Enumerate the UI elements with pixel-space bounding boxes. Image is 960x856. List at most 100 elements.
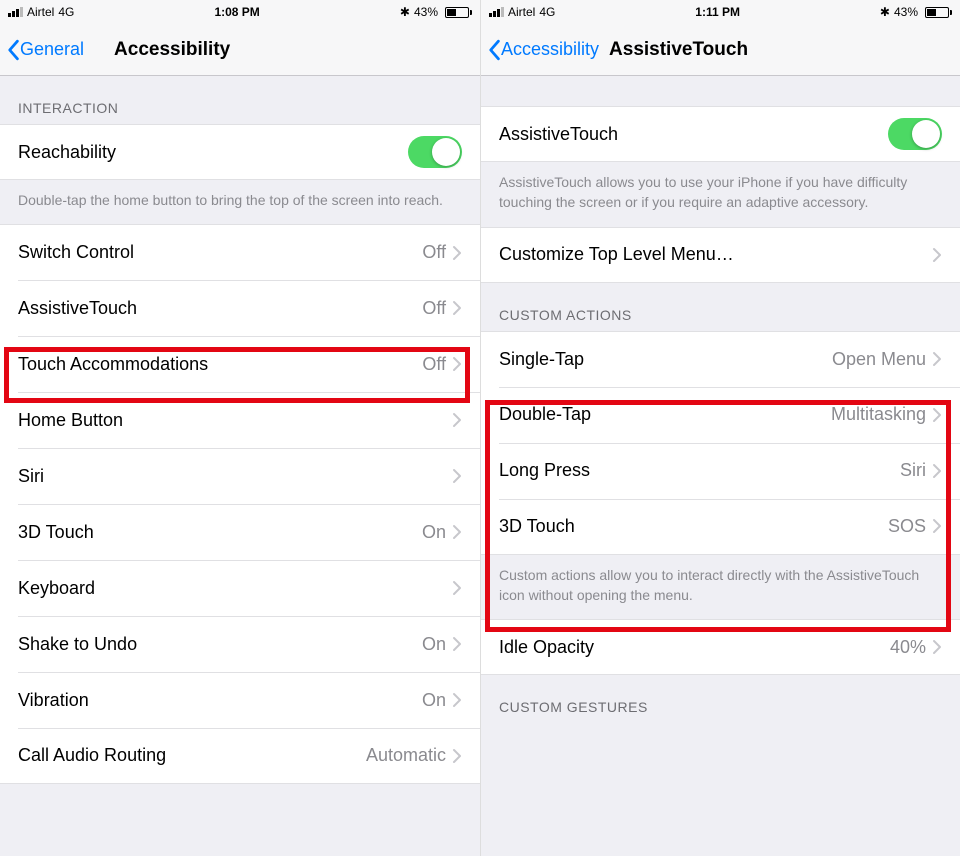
row-long-press[interactable]: Long Press Siri bbox=[481, 443, 960, 499]
row-label: 3D Touch bbox=[499, 516, 888, 537]
section-header-custom-actions: CUSTOM ACTIONS bbox=[481, 283, 960, 331]
section-header-custom-gestures: CUSTOM GESTURES bbox=[481, 675, 960, 723]
row-label: Siri bbox=[18, 466, 452, 487]
row-label: Call Audio Routing bbox=[18, 745, 366, 766]
carrier-label: Airtel bbox=[508, 5, 535, 19]
clock: 1:08 PM bbox=[214, 5, 259, 19]
row-customize-top-level-menu[interactable]: Customize Top Level Menu… bbox=[481, 227, 960, 283]
signal-icon bbox=[8, 7, 23, 17]
network-label: 4G bbox=[58, 5, 74, 19]
row-label: 3D Touch bbox=[18, 522, 422, 543]
row-value: On bbox=[422, 690, 446, 711]
row-value: Multitasking bbox=[831, 404, 926, 425]
chevron-right-icon bbox=[452, 692, 462, 708]
nav-bar: Accessibility AssistiveTouch bbox=[481, 24, 960, 76]
page-title: AssistiveTouch bbox=[609, 39, 748, 61]
row-label: Shake to Undo bbox=[18, 634, 422, 655]
back-label: Accessibility bbox=[501, 39, 599, 60]
row-3d-touch[interactable]: 3D Touch On bbox=[0, 504, 480, 560]
row-assistivetouch[interactable]: AssistiveTouch Off bbox=[0, 280, 480, 336]
chevron-right-icon bbox=[932, 518, 942, 534]
chevron-right-icon bbox=[452, 412, 462, 428]
chevron-right-icon bbox=[452, 245, 462, 261]
toggle-on-icon[interactable] bbox=[408, 136, 462, 168]
chevron-right-icon bbox=[932, 247, 942, 263]
chevron-right-icon bbox=[932, 639, 942, 655]
status-bar: Airtel 4G 1:11 PM ✱ 43% bbox=[481, 0, 960, 24]
row-vibration[interactable]: Vibration On bbox=[0, 672, 480, 728]
battery-icon bbox=[922, 7, 952, 18]
chevron-right-icon bbox=[452, 748, 462, 764]
chevron-right-icon bbox=[932, 463, 942, 479]
battery-percent: 43% bbox=[894, 5, 918, 19]
chevron-right-icon bbox=[452, 468, 462, 484]
row-label: Switch Control bbox=[18, 242, 422, 263]
row-value: On bbox=[422, 522, 446, 543]
nav-bar: General Accessibility bbox=[0, 24, 480, 76]
chevron-right-icon bbox=[452, 580, 462, 596]
row-value: Open Menu bbox=[832, 349, 926, 370]
page-title: Accessibility bbox=[114, 39, 230, 61]
row-value: Automatic bbox=[366, 745, 446, 766]
custom-actions-footer: Custom actions allow you to interact dir… bbox=[481, 555, 960, 620]
chevron-left-icon bbox=[6, 39, 20, 61]
row-value: Off bbox=[422, 242, 446, 263]
battery-percent: 43% bbox=[414, 5, 438, 19]
section-header-interaction: INTERACTION bbox=[0, 76, 480, 124]
chevron-right-icon bbox=[452, 524, 462, 540]
row-keyboard[interactable]: Keyboard bbox=[0, 560, 480, 616]
row-label: Touch Accommodations bbox=[18, 354, 422, 375]
row-label: AssistiveTouch bbox=[499, 124, 888, 145]
row-assistivetouch-toggle[interactable]: AssistiveTouch bbox=[481, 106, 960, 162]
left-screenshot: Airtel 4G 1:08 PM ✱ 43% General Accessib… bbox=[0, 0, 480, 856]
bluetooth-icon: ✱ bbox=[400, 5, 410, 19]
row-shake-to-undo[interactable]: Shake to Undo On bbox=[0, 616, 480, 672]
assistivetouch-footer: AssistiveTouch allows you to use your iP… bbox=[481, 162, 960, 227]
reachability-footer: Double-tap the home button to bring the … bbox=[0, 180, 480, 224]
bluetooth-icon: ✱ bbox=[880, 5, 890, 19]
chevron-right-icon bbox=[452, 356, 462, 372]
row-call-audio-routing[interactable]: Call Audio Routing Automatic bbox=[0, 728, 480, 784]
row-value: Siri bbox=[900, 460, 926, 481]
row-single-tap[interactable]: Single-Tap Open Menu bbox=[481, 331, 960, 387]
row-value: On bbox=[422, 634, 446, 655]
row-home-button[interactable]: Home Button bbox=[0, 392, 480, 448]
row-value: SOS bbox=[888, 516, 926, 537]
row-3d-touch[interactable]: 3D Touch SOS bbox=[481, 499, 960, 555]
row-siri[interactable]: Siri bbox=[0, 448, 480, 504]
row-label: Long Press bbox=[499, 460, 900, 481]
row-label: Vibration bbox=[18, 690, 422, 711]
row-label: Keyboard bbox=[18, 578, 452, 599]
chevron-right-icon bbox=[452, 636, 462, 652]
row-switch-control[interactable]: Switch Control Off bbox=[0, 224, 480, 280]
row-touch-accommodations[interactable]: Touch Accommodations Off bbox=[0, 336, 480, 392]
status-bar: Airtel 4G 1:08 PM ✱ 43% bbox=[0, 0, 480, 24]
back-button[interactable]: Accessibility bbox=[481, 39, 599, 61]
network-label: 4G bbox=[539, 5, 555, 19]
toggle-on-icon[interactable] bbox=[888, 118, 942, 150]
chevron-left-icon bbox=[487, 39, 501, 61]
chevron-right-icon bbox=[932, 351, 942, 367]
row-label: AssistiveTouch bbox=[18, 298, 422, 319]
back-label: General bbox=[20, 39, 84, 60]
row-value: Off bbox=[422, 354, 446, 375]
row-reachability[interactable]: Reachability bbox=[0, 124, 480, 180]
row-label: Reachability bbox=[18, 142, 408, 163]
row-double-tap[interactable]: Double-Tap Multitasking bbox=[481, 387, 960, 443]
battery-icon bbox=[442, 7, 472, 18]
row-idle-opacity[interactable]: Idle Opacity 40% bbox=[481, 619, 960, 675]
back-button[interactable]: General bbox=[0, 39, 84, 61]
row-label: Idle Opacity bbox=[499, 637, 890, 658]
row-label: Single-Tap bbox=[499, 349, 832, 370]
carrier-label: Airtel bbox=[27, 5, 54, 19]
clock: 1:11 PM bbox=[695, 5, 740, 19]
chevron-right-icon bbox=[932, 407, 942, 423]
row-label: Home Button bbox=[18, 410, 452, 431]
right-screenshot: Airtel 4G 1:11 PM ✱ 43% Accessibility As… bbox=[480, 0, 960, 856]
signal-icon bbox=[489, 7, 504, 17]
chevron-right-icon bbox=[452, 300, 462, 316]
row-value: Off bbox=[422, 298, 446, 319]
row-value: 40% bbox=[890, 637, 926, 658]
row-label: Double-Tap bbox=[499, 404, 831, 425]
row-label: Customize Top Level Menu… bbox=[499, 244, 932, 265]
